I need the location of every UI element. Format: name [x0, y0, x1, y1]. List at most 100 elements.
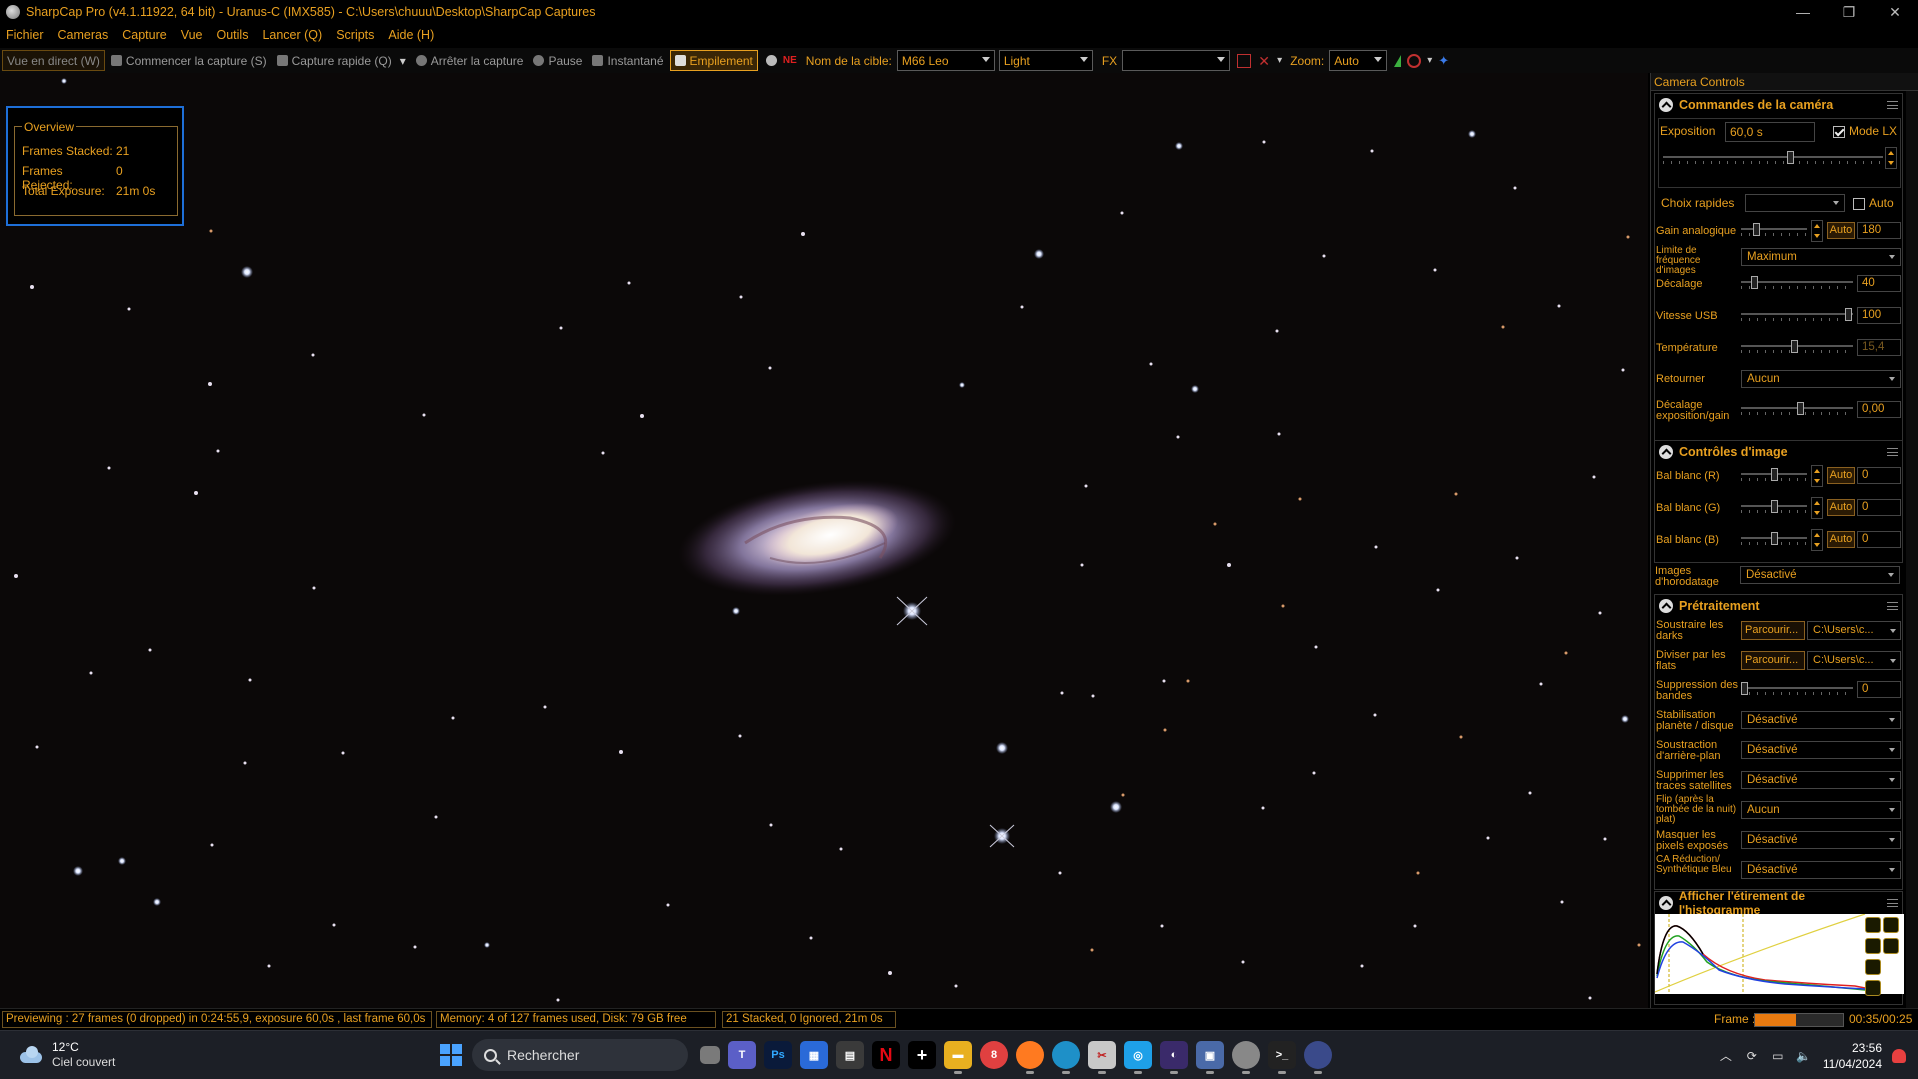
camera-section-header[interactable]: Commandes de la caméra: [1655, 94, 1902, 116]
plus-app-icon[interactable]: +: [908, 1041, 936, 1069]
quick-choice-select[interactable]: [1745, 194, 1845, 212]
file-explorer-icon[interactable]: ▬: [944, 1041, 972, 1074]
sharpcap-icon[interactable]: [1232, 1041, 1260, 1074]
gain-input[interactable]: 180: [1857, 222, 1901, 239]
edge-icon[interactable]: [1052, 1041, 1080, 1074]
crosshair-icon[interactable]: ✕: [1257, 54, 1271, 68]
sync-icon[interactable]: ⟳: [1744, 1048, 1760, 1064]
flats-path-select[interactable]: C:\Users\c...: [1807, 651, 1901, 670]
preprocessing-section-header[interactable]: Prétraitement: [1655, 595, 1902, 617]
hamburger-menu-icon[interactable]: [1887, 602, 1898, 610]
wb-red-slider[interactable]: [1741, 468, 1807, 482]
offset-slider[interactable]: [1741, 276, 1853, 290]
image-section-header[interactable]: Contrôles d'image: [1655, 441, 1902, 463]
save-icon[interactable]: [1865, 980, 1881, 996]
mask-pixels-select[interactable]: Désactivé: [1741, 831, 1901, 849]
banding-input[interactable]: 0: [1857, 681, 1901, 698]
exposure-spinner[interactable]: [1885, 147, 1897, 169]
snapshot-button[interactable]: Instantané: [588, 50, 667, 71]
collapse-icon[interactable]: [1659, 445, 1673, 459]
hamburger-menu-icon[interactable]: [1887, 101, 1898, 109]
lightning-icon[interactable]: [1865, 938, 1881, 954]
exposure-gain-offset-slider[interactable]: [1741, 402, 1853, 416]
frame-type-select[interactable]: Light: [998, 50, 1093, 71]
hamburger-menu-icon[interactable]: [1887, 448, 1898, 456]
remote-desktop-icon[interactable]: ▣: [1196, 1041, 1224, 1074]
store-icon[interactable]: ▦: [800, 1041, 828, 1069]
framerate-select[interactable]: Maximum: [1741, 248, 1901, 266]
wb-red-auto-button[interactable]: Auto: [1827, 467, 1855, 484]
menu-scripts[interactable]: Scripts: [336, 28, 374, 42]
wb-green-spinner[interactable]: [1811, 497, 1823, 519]
usb-speed-input[interactable]: 100: [1857, 307, 1901, 324]
slider-thumb[interactable]: [1741, 682, 1748, 695]
task-view-icon[interactable]: [700, 1046, 720, 1064]
image-viewport[interactable]: Overview Frames Stacked: 21 Frames Rejec…: [0, 73, 1648, 1008]
timestamp-select[interactable]: Désactivé: [1740, 566, 1900, 584]
chevron-up-icon[interactable]: ︿: [1718, 1048, 1734, 1064]
panel-scrollbar[interactable]: [1906, 91, 1918, 1008]
slider-thumb[interactable]: [1771, 532, 1778, 545]
pause-button[interactable]: Pause: [529, 50, 586, 71]
planet-app-icon[interactable]: [1304, 1041, 1332, 1074]
wb-blue-slider[interactable]: [1741, 532, 1807, 546]
slider-thumb[interactable]: [1753, 223, 1760, 236]
reset-icon[interactable]: [1865, 959, 1881, 975]
wb-blue-spinner[interactable]: [1811, 529, 1823, 551]
quick-capture-button[interactable]: Capture rapide (Q) ▾: [273, 50, 410, 71]
record-dot-icon[interactable]: [765, 55, 777, 66]
flip-flat-select[interactable]: Aucun: [1741, 801, 1901, 819]
lock-icon[interactable]: [1883, 938, 1899, 954]
collapse-icon[interactable]: [1659, 599, 1673, 613]
menu-fichier[interactable]: Fichier: [6, 28, 44, 42]
teams-icon[interactable]: T: [728, 1041, 756, 1069]
histogram-icon[interactable]: [1394, 54, 1402, 67]
netflix-icon[interactable]: N: [872, 1041, 900, 1069]
wb-green-auto-button[interactable]: Auto: [1827, 499, 1855, 516]
collapse-icon[interactable]: [1659, 896, 1673, 910]
wb-blue-input[interactable]: 0: [1857, 531, 1901, 548]
polar-align-icon[interactable]: ✦: [1438, 53, 1452, 68]
flats-browse-button[interactable]: Parcourir...: [1741, 651, 1805, 670]
stacking-button[interactable]: Empilement: [669, 50, 758, 71]
windows-start-icon[interactable]: [440, 1044, 462, 1066]
menu-lancer[interactable]: Lancer (Q): [262, 28, 322, 42]
menu-cameras[interactable]: Cameras: [58, 28, 109, 42]
menu-vue[interactable]: Vue: [181, 28, 203, 42]
exposure-gain-offset-input[interactable]: 0,00: [1857, 401, 1901, 418]
firefox-icon[interactable]: [1016, 1041, 1044, 1074]
slider-thumb[interactable]: [1771, 500, 1778, 513]
calculator-icon[interactable]: ▤: [836, 1041, 864, 1069]
network-icon[interactable]: ▭: [1770, 1048, 1786, 1064]
slider-thumb[interactable]: [1751, 276, 1758, 289]
flip-select[interactable]: Aucun: [1741, 370, 1901, 388]
stop-capture-button[interactable]: Arrêter la capture: [412, 50, 528, 71]
chevron-down-icon[interactable]: ▾: [1277, 55, 1282, 66]
app-icon[interactable]: 8: [980, 1041, 1008, 1069]
menu-aide[interactable]: Aide (H): [388, 28, 434, 42]
photoshop-icon[interactable]: Ps: [764, 1041, 792, 1069]
maximize-button[interactable]: ❐: [1826, 0, 1872, 24]
usb-speed-slider[interactable]: [1741, 308, 1853, 322]
menu-capture[interactable]: Capture: [122, 28, 166, 42]
banding-slider[interactable]: [1741, 682, 1853, 696]
wb-blue-auto-button[interactable]: Auto: [1827, 531, 1855, 548]
collapse-icon[interactable]: [1659, 98, 1673, 112]
slider-thumb[interactable]: [1787, 151, 1794, 164]
offset-input[interactable]: 40: [1857, 275, 1901, 292]
live-view-button[interactable]: Vue en direct (W): [2, 50, 105, 71]
target-name-select[interactable]: M66 Leo: [896, 50, 995, 71]
gain-slider[interactable]: [1741, 223, 1807, 237]
gain-spinner[interactable]: [1811, 220, 1823, 242]
satellite-select[interactable]: Désactivé: [1741, 771, 1901, 789]
start-capture-button[interactable]: Commencer la capture (S): [107, 50, 271, 71]
clock[interactable]: 23:56 11/04/2024: [1823, 1040, 1882, 1072]
exposure-slider[interactable]: [1663, 151, 1883, 165]
wb-red-input[interactable]: 0: [1857, 467, 1901, 484]
zoom-select[interactable]: Auto: [1329, 50, 1388, 71]
ca-reduction-select[interactable]: Désactivé: [1741, 861, 1901, 879]
stellarium-icon[interactable]: ◐: [1160, 1041, 1188, 1074]
contrast-icon[interactable]: [1883, 917, 1899, 933]
slider-thumb[interactable]: [1797, 402, 1804, 415]
slider-thumb[interactable]: [1845, 308, 1852, 321]
